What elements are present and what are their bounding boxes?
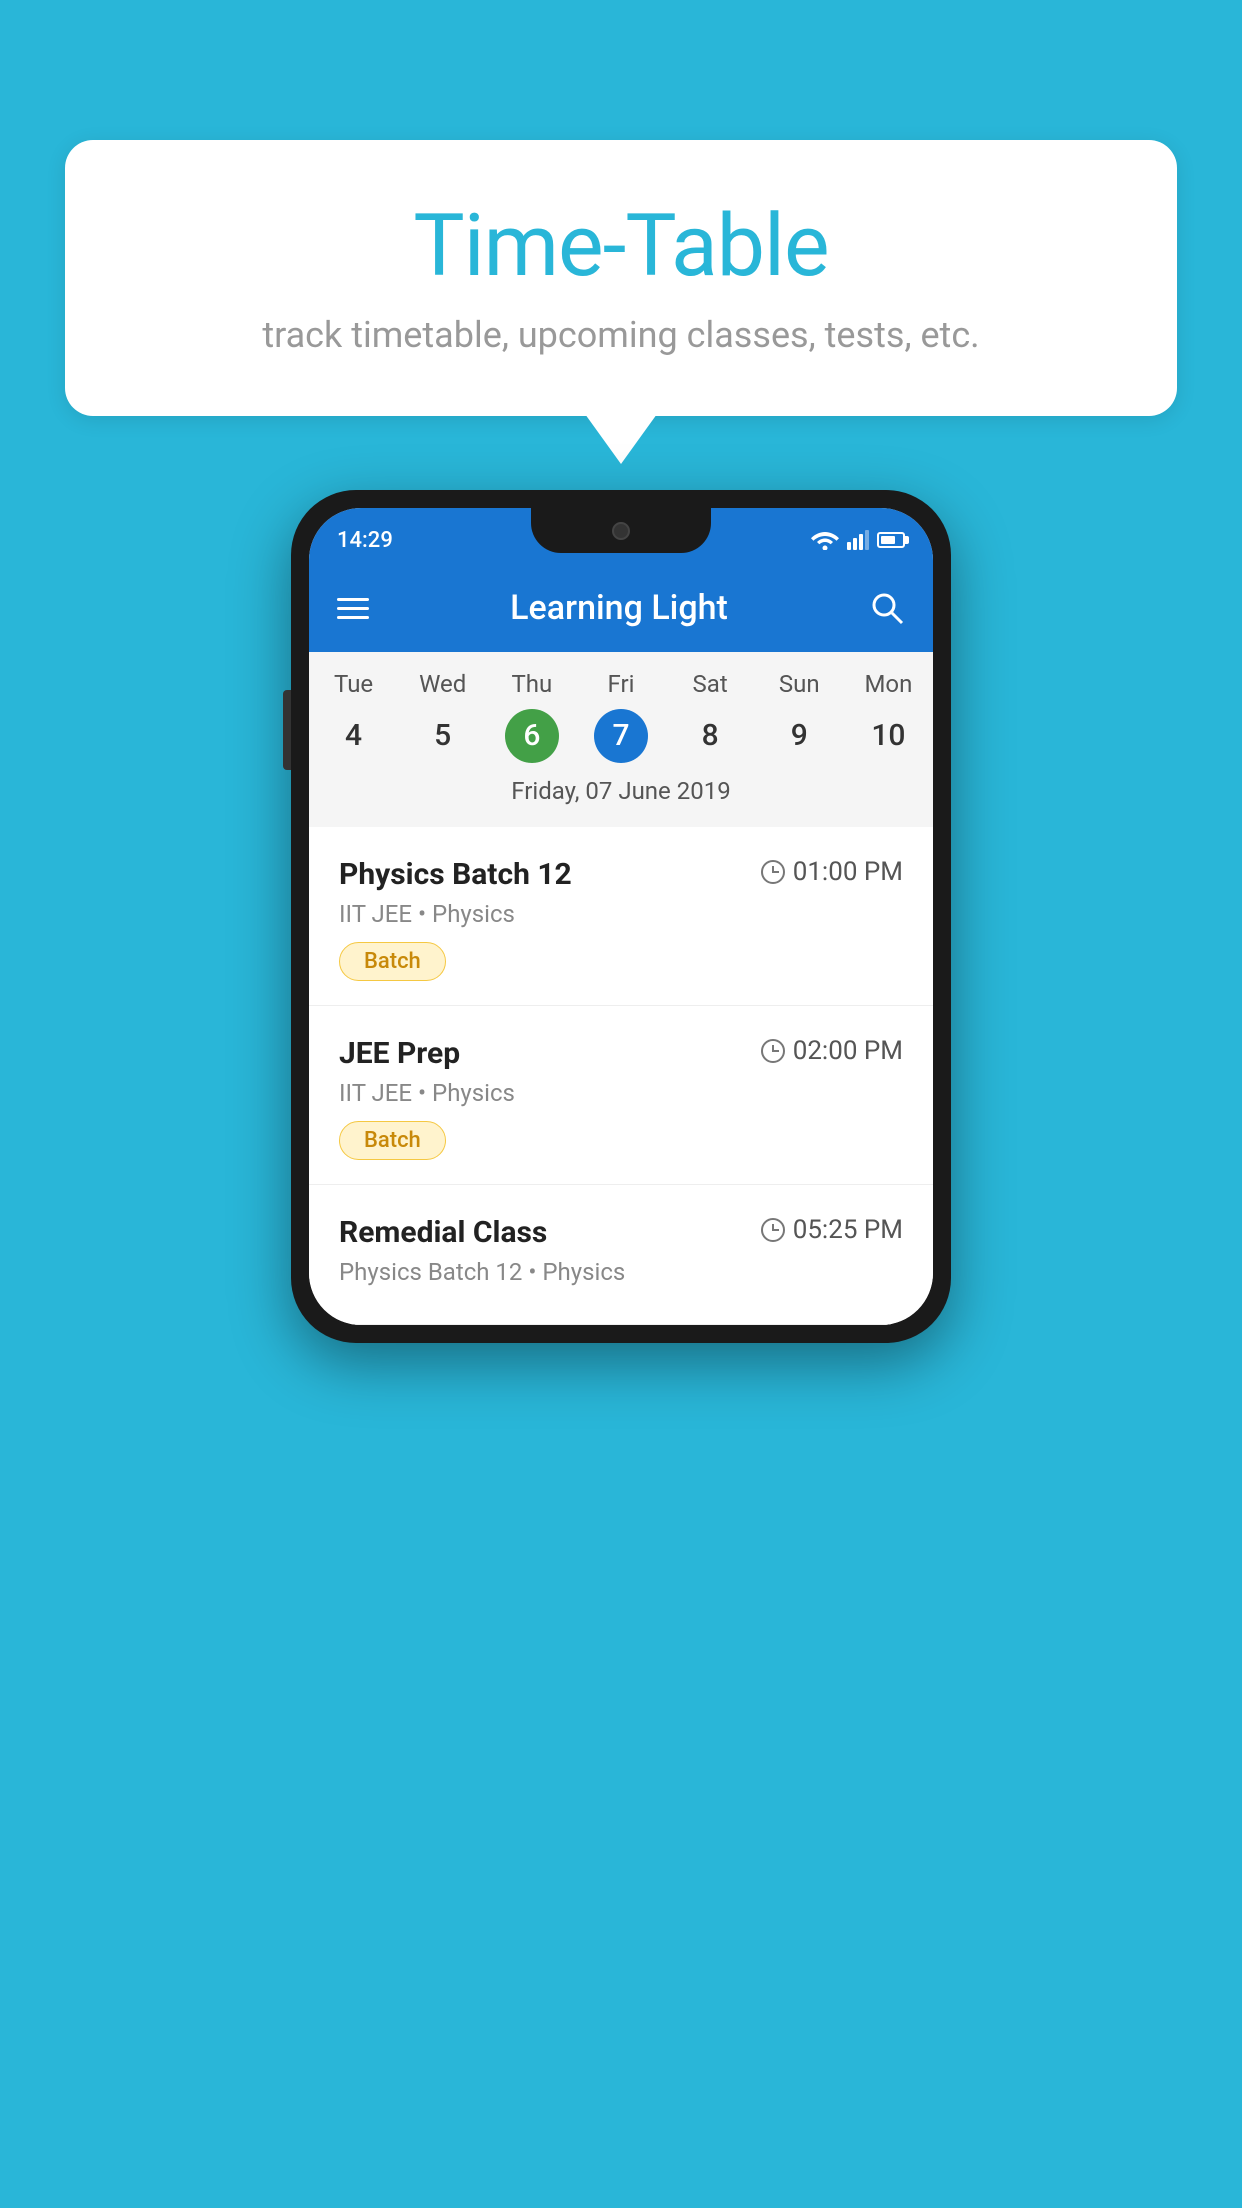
schedule-title-2: JEE Prep [339,1036,460,1071]
day-header-mon[interactable]: Mon [844,670,933,698]
schedule-time-1: 01:00 PM [761,857,903,887]
schedule-item-physics-batch[interactable]: Physics Batch 12 01:00 PM IIT JEE • Phys… [309,827,933,1006]
schedule-item-remedial[interactable]: Remedial Class 05:25 PM Physics Batch 12… [309,1185,933,1325]
day-header-fri[interactable]: Fri [576,670,665,698]
schedule-item-header-1: Physics Batch 12 01:00 PM [339,857,903,892]
clock-icon-3 [761,1218,785,1242]
day-header-sat[interactable]: Sat [666,670,755,698]
day-numbers: 4 5 6 7 8 9 10 [309,708,933,763]
batch-tag-2: Batch [339,1121,446,1160]
battery-icon [877,532,905,548]
day-headers: Tue Wed Thu Fri Sat Sun Mon [309,670,933,698]
phone-screen: 14:29 [309,508,933,1325]
selected-date-label: Friday, 07 June 2019 [309,777,933,819]
app-bar: Learning Light [309,564,933,652]
search-button[interactable] [869,590,905,626]
status-time: 14:29 [337,528,393,553]
speech-bubble-wrapper: Time-Table track timetable, upcoming cla… [65,140,1177,416]
bubble-subtitle: track timetable, upcoming classes, tests… [125,314,1117,356]
schedule-title-3: Remedial Class [339,1215,547,1250]
day-7-selected[interactable]: 7 [594,709,648,763]
phone-notch [531,508,711,553]
day-6-today[interactable]: 6 [505,709,559,763]
schedule-title-1: Physics Batch 12 [339,857,572,892]
day-5[interactable]: 5 [398,708,487,763]
schedule-item-header-3: Remedial Class 05:25 PM [339,1215,903,1250]
day-4[interactable]: 4 [309,708,398,763]
day-9[interactable]: 9 [755,708,844,763]
day-8[interactable]: 8 [666,708,755,763]
phone-frame: 14:29 [291,490,951,1343]
signal-icon [847,530,869,550]
batch-tag-1: Batch [339,942,446,981]
bubble-title: Time-Table [125,195,1117,296]
schedule-time-2: 02:00 PM [761,1036,903,1066]
schedule-list: Physics Batch 12 01:00 PM IIT JEE • Phys… [309,827,933,1325]
search-icon [869,590,905,626]
schedule-subtitle-2: IIT JEE • Physics [339,1079,903,1107]
day-header-wed[interactable]: Wed [398,670,487,698]
speech-bubble: Time-Table track timetable, upcoming cla… [65,140,1177,416]
clock-icon-2 [761,1039,785,1063]
calendar-strip: Tue Wed Thu Fri Sat Sun Mon 4 5 6 7 8 9 … [309,652,933,827]
schedule-subtitle-3: Physics Batch 12 • Physics [339,1258,903,1286]
schedule-item-jee-prep[interactable]: JEE Prep 02:00 PM IIT JEE • Physics Batc… [309,1006,933,1185]
schedule-item-header-2: JEE Prep 02:00 PM [339,1036,903,1071]
schedule-time-3: 05:25 PM [761,1215,903,1245]
wifi-icon [811,530,839,550]
app-title: Learning Light [393,588,845,628]
front-camera [612,522,630,540]
hamburger-menu-icon[interactable] [337,598,369,619]
day-header-tue[interactable]: Tue [309,670,398,698]
clock-icon-1 [761,860,785,884]
day-10[interactable]: 10 [844,708,933,763]
day-header-sun[interactable]: Sun [755,670,844,698]
day-header-thu[interactable]: Thu [487,670,576,698]
schedule-subtitle-1: IIT JEE • Physics [339,900,903,928]
status-icons [811,530,905,550]
phone-wrapper: 14:29 [291,490,951,1343]
